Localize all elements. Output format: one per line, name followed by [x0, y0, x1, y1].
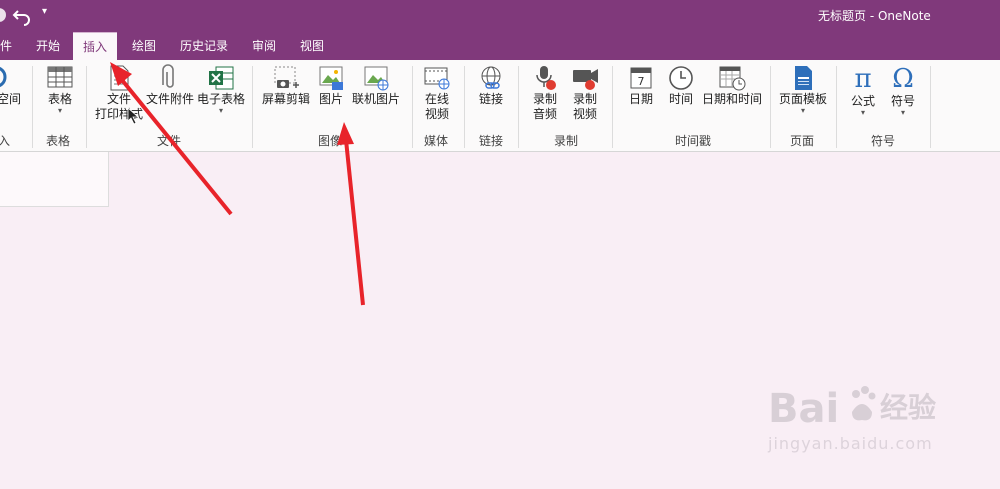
watermark-logo-text: Bai: [768, 386, 839, 432]
annotation-arrow-to-insert-tab: [110, 62, 233, 216]
watermark-brand-text: 经验: [880, 391, 937, 424]
annotation-arrow-to-pictures: [337, 122, 365, 306]
watermark-url: jingyan.baidu.com: [768, 434, 933, 453]
baidu-jingyan-watermark: Bai 经验 jingyan.baidu.com: [768, 376, 968, 466]
baidu-paw-logo: Bai: [768, 386, 876, 432]
